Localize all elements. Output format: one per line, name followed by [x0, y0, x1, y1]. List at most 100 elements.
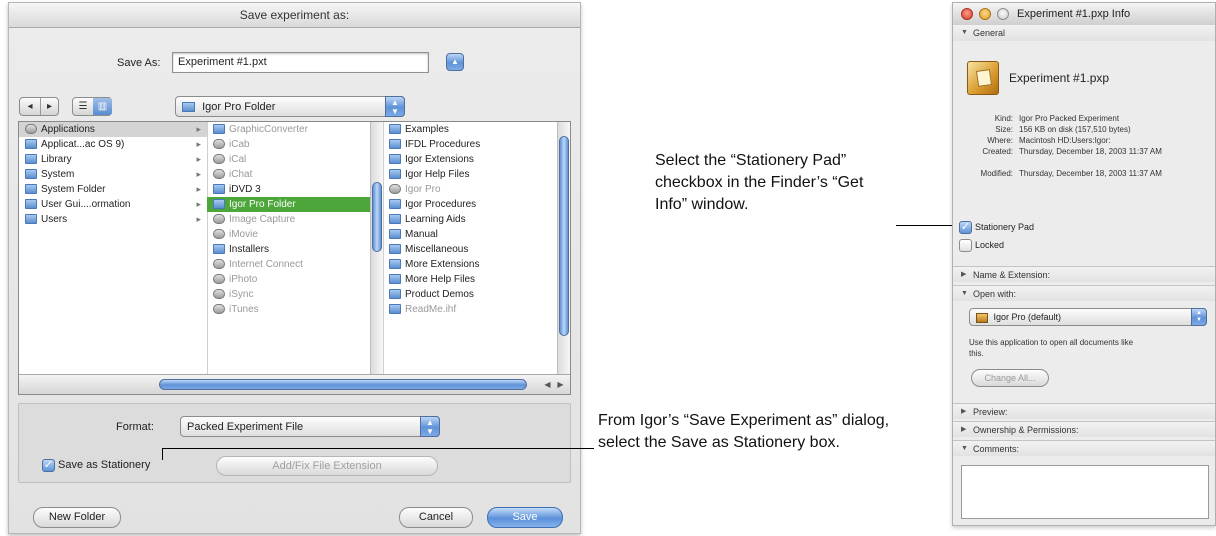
cancel-button[interactable]: Cancel	[399, 507, 473, 528]
locked-checkbox[interactable]: ✓	[959, 239, 972, 252]
browser-item[interactable]: Manual▸	[383, 227, 570, 242]
column-2-scroll-thumb[interactable]	[372, 182, 382, 252]
folder-icon	[389, 169, 401, 179]
save-as-stationery-checkbox[interactable]: ✓	[42, 459, 55, 472]
preview-section-header[interactable]: ▶ Preview:	[953, 403, 1215, 419]
browser-item[interactable]: Image Capture	[207, 212, 383, 227]
browser-item[interactable]: Igor Pro	[383, 182, 570, 197]
browser-item[interactable]: Miscellaneous▸	[383, 242, 570, 257]
folder-icon	[389, 139, 401, 149]
folder-icon	[25, 169, 37, 179]
info-titlebar: Experiment #1.pxp Info	[953, 3, 1215, 26]
disclosure-open-icon: ▼	[961, 290, 968, 297]
minimize-window-icon[interactable]	[979, 8, 991, 20]
browser-item[interactable]: Learning Aids▸	[383, 212, 570, 227]
browser-item[interactable]: ReadMe.ihf	[383, 302, 570, 317]
browser-item[interactable]: Examples▸	[383, 122, 570, 137]
browser-item[interactable]: GraphicConverter▸	[207, 122, 383, 137]
comments-field[interactable]	[961, 465, 1209, 519]
browser-item[interactable]: Internet Connect	[207, 257, 383, 272]
stationery-pad-checkbox[interactable]: ✓	[959, 221, 972, 234]
folder-icon	[389, 229, 401, 239]
column-view-icon[interactable]: ▥	[93, 98, 112, 115]
scroll-left-icon[interactable]: ◀	[541, 378, 554, 391]
save-as-label: Save As:	[117, 57, 161, 69]
open-with-popup[interactable]: Igor Pro (default) ▲ ▼	[969, 308, 1207, 326]
browser-item[interactable]: Igor Pro Folder▸	[207, 197, 383, 212]
format-popup[interactable]: Packed Experiment File ▲ ▼	[180, 416, 440, 437]
column-2-scrollbar[interactable]	[370, 122, 383, 374]
browser-item[interactable]: Users ▸	[19, 212, 207, 227]
list-view-icon[interactable]: ☰	[73, 98, 94, 115]
filename-field[interactable]: Experiment #1.pxt	[172, 52, 429, 73]
browser-item[interactable]: iTunes	[207, 302, 383, 317]
meta-value-size: 156 KB on disk (157,510 bytes)	[1019, 125, 1131, 134]
igor-app-icon	[976, 312, 988, 323]
folder-icon	[389, 214, 401, 224]
browser-item-label: iTunes	[229, 304, 259, 315]
browser-item[interactable]: Igor Help Files▸	[383, 167, 570, 182]
horizontal-scroll-thumb[interactable]	[159, 379, 527, 390]
browser-item[interactable]: iDVD 3▸	[207, 182, 383, 197]
browser-item[interactable]: More Extensions▸	[383, 257, 570, 272]
location-popup[interactable]: Igor Pro Folder ▲ ▼	[175, 96, 405, 117]
folder-icon	[389, 154, 401, 164]
folder-icon	[389, 244, 401, 254]
app-icon	[213, 139, 225, 149]
browser-item[interactable]: iSync	[207, 287, 383, 302]
browser-item-label: iCab	[229, 139, 250, 150]
zoom-window-icon[interactable]	[997, 8, 1009, 20]
name-extension-section-header[interactable]: ▶ Name & Extension:	[953, 266, 1215, 282]
chevron-right-icon: ▸	[196, 199, 201, 209]
file-name: Experiment #1.pxp	[1009, 71, 1110, 85]
browser-item[interactable]: iPhoto	[207, 272, 383, 287]
browser-item[interactable]: iChat	[207, 167, 383, 182]
comments-section-header[interactable]: ▼ Comments:	[953, 440, 1215, 456]
column-3-scrollbar[interactable]	[557, 122, 570, 374]
ownership-section-header[interactable]: ▶ Ownership & Permissions:	[953, 421, 1215, 437]
folder-icon	[389, 199, 401, 209]
browser-item[interactable]: More Help Files▸	[383, 272, 570, 287]
browser-item-label: More Help Files	[405, 274, 476, 285]
finder-callout-text: Select the “Stationery Pad” checkbox in …	[655, 152, 864, 213]
save-button[interactable]: Save	[487, 507, 563, 528]
browser-item[interactable]: iMovie	[207, 227, 383, 242]
browser-item-label: Image Capture	[229, 214, 296, 225]
back-arrow-icon[interactable]: ◂	[20, 98, 41, 115]
browser-item[interactable]: Igor Procedures▸	[383, 197, 570, 212]
browser-item[interactable]: System Folder ▸	[19, 182, 207, 197]
horizontal-scrollbar[interactable]: ◀ ▶	[19, 374, 570, 394]
location-label: Igor Pro Folder	[202, 101, 276, 113]
app-folder-icon	[25, 124, 37, 134]
browser-item[interactable]: Installers▸	[207, 242, 383, 257]
app-icon	[213, 229, 225, 239]
open-with-section-header[interactable]: ▼ Open with:	[953, 285, 1215, 301]
browser-item-label: Manual	[405, 229, 438, 240]
browser-item[interactable]: iCab	[207, 137, 383, 152]
general-section-header[interactable]: ▼ General	[953, 25, 1215, 41]
browser-item[interactable]: Library ▸	[19, 152, 207, 167]
browser-item[interactable]: IFDL Procedures▸	[383, 137, 570, 152]
scroll-right-icon[interactable]: ▶	[554, 378, 567, 391]
browser-item[interactable]: Applications ▸	[19, 122, 207, 137]
column-3-scroll-thumb[interactable]	[559, 136, 569, 336]
forward-arrow-icon[interactable]: ▸	[40, 98, 59, 115]
name-extension-label: Name & Extension:	[973, 270, 1051, 280]
browser-item-label: User Gui....ormation	[41, 199, 131, 210]
browser-item-label: Applications	[41, 124, 95, 135]
meta-key-size: Size:	[995, 125, 1013, 134]
add-fix-extension-button[interactable]: Add/Fix File Extension	[216, 456, 438, 476]
chevron-right-icon: ▸	[196, 184, 201, 194]
browser-item[interactable]: System ▸	[19, 167, 207, 182]
browser-item[interactable]: Product Demos▸	[383, 287, 570, 302]
browser-column-3: Examples▸IFDL Procedures▸Igor Extensions…	[383, 122, 570, 374]
browser-item[interactable]: Applicat...ac OS 9) ▸	[19, 137, 207, 152]
new-folder-button[interactable]: New Folder	[33, 507, 121, 528]
close-window-icon[interactable]	[961, 8, 973, 20]
browser-item[interactable]: User Gui....ormation ▸	[19, 197, 207, 212]
browser-item[interactable]: Igor Extensions▸	[383, 152, 570, 167]
browser-item[interactable]: iCal	[207, 152, 383, 167]
change-all-button[interactable]: Change All...	[971, 369, 1049, 387]
browser-item-label: System Folder	[41, 184, 106, 195]
expand-dialog-button[interactable]: ▲	[446, 53, 464, 71]
